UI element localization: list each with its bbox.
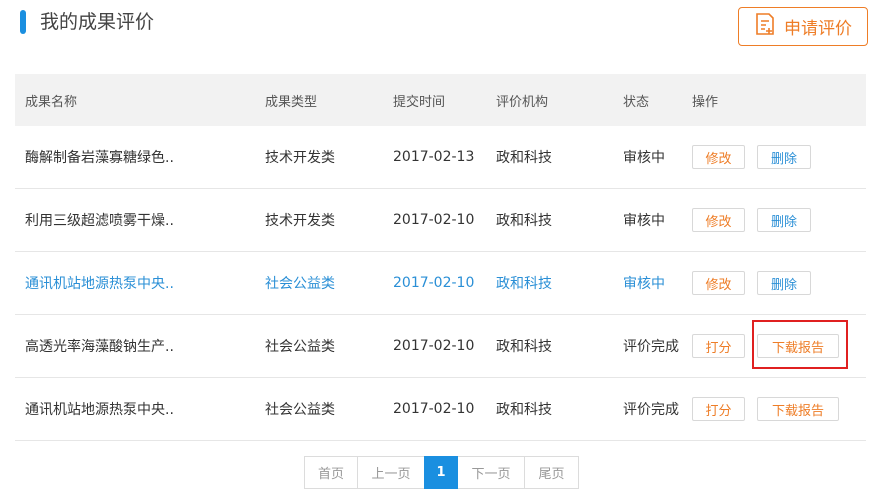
column-header-name: 成果名称 (25, 94, 78, 110)
evaluation-org: 政和科技 (496, 402, 552, 418)
result-name: 通讯机站地源热泵中央.. (25, 402, 174, 418)
results-table: 成果名称 成果类型 提交时间 评价机构 状态 操作 酶解制备岩藻寡糖绿色.. 技… (15, 74, 866, 441)
result-type: 技术开发类 (265, 213, 335, 229)
score-button[interactable]: 打分 (692, 397, 745, 421)
edit-button[interactable]: 修改 (692, 271, 745, 295)
table-row: 利用三级超滤喷雾干燥.. 技术开发类 2017-02-10 政和科技 审核中 修… (15, 189, 866, 252)
result-name: 酶解制备岩藻寡糖绿色.. (25, 150, 174, 166)
column-header-type: 成果类型 (265, 94, 318, 110)
document-edit-icon (754, 12, 776, 41)
evaluation-org: 政和科技 (496, 276, 552, 292)
table-header: 成果名称 成果类型 提交时间 评价机构 状态 操作 (15, 74, 866, 126)
submit-date: 2017-02-10 (393, 401, 475, 417)
status-text: 审核中 (623, 213, 665, 229)
result-name[interactable]: 通讯机站地源热泵中央.. (25, 252, 174, 314)
delete-button[interactable]: 删除 (757, 145, 811, 169)
status-text: 审核中 (623, 276, 665, 292)
page-title: 我的成果评价 (40, 11, 155, 33)
status-text: 审核中 (623, 150, 665, 166)
next-page-button[interactable]: 下一页 (457, 456, 525, 489)
download-report-button[interactable]: 下载报告 (757, 334, 839, 358)
table-row: 通讯机站地源热泵中央.. 社会公益类 2017-02-10 政和科技 评价完成 … (15, 378, 866, 441)
result-type: 社会公益类 (265, 402, 335, 418)
table-row: 酶解制备岩藻寡糖绿色.. 技术开发类 2017-02-13 政和科技 审核中 修… (15, 126, 866, 189)
column-header-status: 状态 (623, 94, 650, 110)
pagination: 首页 上一页 1 下一页 尾页 (304, 456, 579, 489)
page-number-current[interactable]: 1 (424, 456, 458, 489)
submit-date: 2017-02-10 (393, 212, 475, 228)
submit-date: 2017-02-10 (393, 338, 475, 354)
column-header-org: 评价机构 (496, 94, 549, 110)
evaluation-org: 政和科技 (496, 213, 552, 229)
edit-button[interactable]: 修改 (692, 145, 745, 169)
table-row: 高透光率海藻酸钠生产.. 社会公益类 2017-02-10 政和科技 评价完成 … (15, 315, 866, 378)
evaluation-org: 政和科技 (496, 339, 552, 355)
status-text: 评价完成 (623, 402, 679, 418)
status-text: 评价完成 (623, 339, 679, 355)
submit-date: 2017-02-10 (393, 275, 475, 291)
evaluation-org: 政和科技 (496, 150, 552, 166)
delete-button[interactable]: 删除 (757, 271, 811, 295)
score-button[interactable]: 打分 (692, 334, 745, 358)
column-header-date: 提交时间 (393, 94, 446, 110)
submit-date: 2017-02-13 (393, 149, 475, 165)
first-page-button[interactable]: 首页 (304, 456, 358, 489)
download-report-button[interactable]: 下载报告 (757, 397, 839, 421)
apply-evaluation-button[interactable]: 申请评价 (738, 7, 868, 46)
apply-evaluation-label: 申请评价 (784, 19, 852, 39)
table-row: 通讯机站地源热泵中央.. 社会公益类 2017-02-10 政和科技 审核中 修… (15, 252, 866, 315)
delete-button[interactable]: 删除 (757, 208, 811, 232)
title-accent-bar (20, 10, 26, 34)
last-page-button[interactable]: 尾页 (524, 456, 579, 489)
column-header-actions: 操作 (692, 94, 719, 110)
result-type: 技术开发类 (265, 150, 335, 166)
edit-button[interactable]: 修改 (692, 208, 745, 232)
result-name: 高透光率海藻酸钠生产.. (25, 339, 174, 355)
prev-page-button[interactable]: 上一页 (357, 456, 425, 489)
result-type: 社会公益类 (265, 339, 335, 355)
result-type: 社会公益类 (265, 276, 335, 292)
result-name: 利用三级超滤喷雾干燥.. (25, 213, 174, 229)
